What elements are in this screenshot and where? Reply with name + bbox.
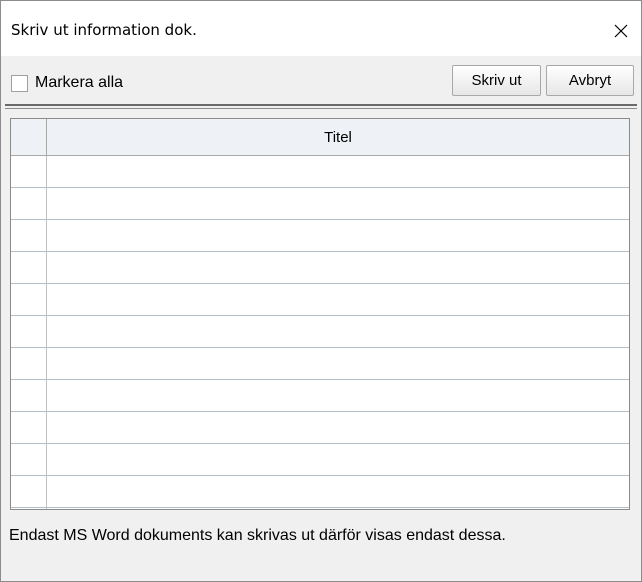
row-select-cell[interactable]	[11, 188, 47, 219]
row-title-cell[interactable]	[47, 252, 629, 283]
row-select-cell[interactable]	[11, 156, 47, 187]
close-button[interactable]	[601, 13, 641, 49]
row-select-cell[interactable]	[11, 348, 47, 379]
row-select-cell[interactable]	[11, 316, 47, 347]
row-select-cell[interactable]	[11, 444, 47, 475]
row-title-cell[interactable]	[47, 380, 629, 411]
cancel-button[interactable]: Avbryt	[546, 65, 634, 96]
print-button[interactable]: Skriv ut	[452, 65, 541, 96]
table-row[interactable]	[11, 476, 629, 508]
row-title-cell[interactable]	[47, 220, 629, 251]
column-header-title[interactable]: Titel	[47, 119, 629, 155]
close-icon	[614, 24, 628, 38]
select-all-label[interactable]: Markera alla	[35, 74, 123, 92]
row-title-cell[interactable]	[47, 156, 629, 187]
row-title-cell[interactable]	[47, 348, 629, 379]
table-row[interactable]	[11, 188, 629, 220]
row-title-cell[interactable]	[47, 316, 629, 347]
window-title: Skriv ut information dok.	[11, 21, 197, 39]
title-bar: Skriv ut information dok.	[1, 1, 641, 56]
row-select-cell[interactable]	[11, 380, 47, 411]
row-select-cell[interactable]	[11, 412, 47, 443]
row-title-cell[interactable]	[47, 444, 629, 475]
row-select-cell[interactable]	[11, 476, 47, 507]
row-select-cell[interactable]	[11, 508, 47, 509]
footer-note: Endast MS Word dokuments kan skrivas ut …	[9, 527, 506, 544]
row-title-cell[interactable]	[47, 284, 629, 315]
table-row[interactable]	[11, 412, 629, 444]
table-body	[11, 156, 629, 509]
row-title-cell[interactable]	[47, 188, 629, 219]
toolbar: Markera alla Skriv ut Avbryt	[1, 56, 641, 102]
table-row[interactable]	[11, 348, 629, 380]
table-row[interactable]	[11, 252, 629, 284]
table-row[interactable]	[11, 380, 629, 412]
table-row[interactable]	[11, 220, 629, 252]
print-dialog: Skriv ut information dok. Markera alla S…	[0, 0, 642, 582]
documents-table[interactable]: Titel	[10, 118, 630, 510]
row-select-cell[interactable]	[11, 220, 47, 251]
row-title-cell[interactable]	[47, 412, 629, 443]
row-select-cell[interactable]	[11, 252, 47, 283]
divider	[5, 104, 637, 109]
table-row[interactable]	[11, 316, 629, 348]
column-header-select[interactable]	[11, 119, 47, 155]
table-header: Titel	[11, 119, 629, 156]
table-row[interactable]	[11, 508, 629, 509]
table-row[interactable]	[11, 156, 629, 188]
row-title-cell[interactable]	[47, 508, 629, 509]
select-all-checkbox[interactable]	[11, 75, 28, 92]
row-title-cell[interactable]	[47, 476, 629, 507]
row-select-cell[interactable]	[11, 284, 47, 315]
table-row[interactable]	[11, 284, 629, 316]
table-row[interactable]	[11, 444, 629, 476]
